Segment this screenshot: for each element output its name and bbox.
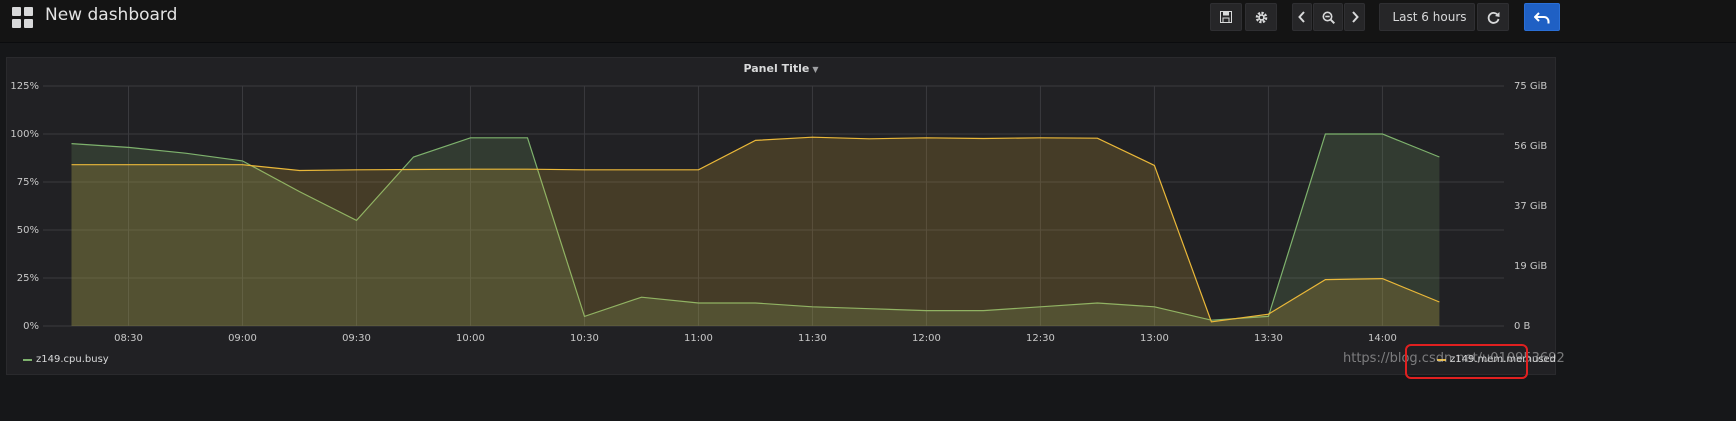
- dashboard-settings-button[interactable]: [1245, 3, 1277, 31]
- y-right-tick-label: 19 GiB: [1514, 261, 1547, 272]
- legend-label-cpu: z149.cpu.busy: [36, 354, 109, 365]
- x-tick-label: 10:30: [570, 333, 599, 344]
- x-tick-label: 10:00: [456, 333, 485, 344]
- y-right-tick-label: 37 GiB: [1514, 201, 1547, 212]
- refresh-button[interactable]: [1477, 3, 1509, 31]
- time-shift-back-button[interactable]: [1292, 3, 1312, 31]
- time-range-label: Last 6 hours: [1392, 10, 1467, 24]
- chevron-right-icon: [1351, 11, 1359, 23]
- chevron-left-icon: [1298, 11, 1305, 23]
- x-tick-label: 09:00: [228, 333, 257, 344]
- grid-logo-icon[interactable]: [12, 7, 34, 29]
- x-tick-label: 11:00: [684, 333, 713, 344]
- save-dashboard-button[interactable]: [1210, 3, 1242, 31]
- y-left-tick-label: 75%: [17, 177, 39, 188]
- time-series-graph[interactable]: 0% 25% 50% 75% 100% 125% 0 B 19 GiB 37 GiB 56 GiB…: [7, 58, 1557, 376]
- highlight-annotation-box: [1405, 344, 1528, 379]
- y-left-tick-label: 50%: [17, 225, 39, 236]
- back-to-dashboard-button[interactable]: [1524, 3, 1560, 31]
- y-left-tick-label: 25%: [17, 273, 39, 284]
- x-tick-label: 12:00: [912, 333, 941, 344]
- gear-icon: [1255, 11, 1267, 23]
- graph-panel: Panel Title ▼ 0% 25% 50% 75% 100% 125% 0 B 19 Gi…: [6, 57, 1556, 375]
- top-navbar: New dashboard Last 6 hours: [0, 0, 1736, 43]
- x-tick-label: 13:00: [1140, 333, 1169, 344]
- x-tick-label: 12:30: [1026, 333, 1055, 344]
- legend-item-cpu[interactable]: z149.cpu.busy: [23, 354, 109, 365]
- x-tick-label: 09:30: [342, 333, 371, 344]
- x-tick-label: 13:30: [1254, 333, 1283, 344]
- legend-swatch-cpu: [23, 358, 32, 361]
- time-shift-forward-button[interactable]: [1344, 3, 1365, 31]
- save-icon: [1220, 11, 1232, 23]
- x-tick-label: 11:30: [798, 333, 827, 344]
- series-area-1: [71, 137, 1440, 326]
- back-arrow-icon: [1534, 11, 1550, 23]
- y-right-tick-label: 0 B: [1514, 321, 1531, 332]
- y-left-tick-label: 100%: [10, 129, 39, 140]
- dashboard-title[interactable]: New dashboard: [45, 5, 177, 25]
- zoom-out-icon: [1322, 11, 1335, 24]
- refresh-icon: [1487, 11, 1499, 24]
- y-right-tick-label: 56 GiB: [1514, 141, 1547, 152]
- zoom-out-button[interactable]: [1313, 3, 1343, 31]
- x-tick-label: 14:00: [1368, 333, 1397, 344]
- x-tick-label: 08:30: [114, 333, 143, 344]
- y-left-tick-label: 125%: [10, 81, 39, 92]
- y-right-tick-label: 75 GiB: [1514, 81, 1547, 92]
- y-left-tick-label: 0%: [23, 321, 39, 332]
- time-picker-button[interactable]: Last 6 hours: [1379, 3, 1475, 31]
